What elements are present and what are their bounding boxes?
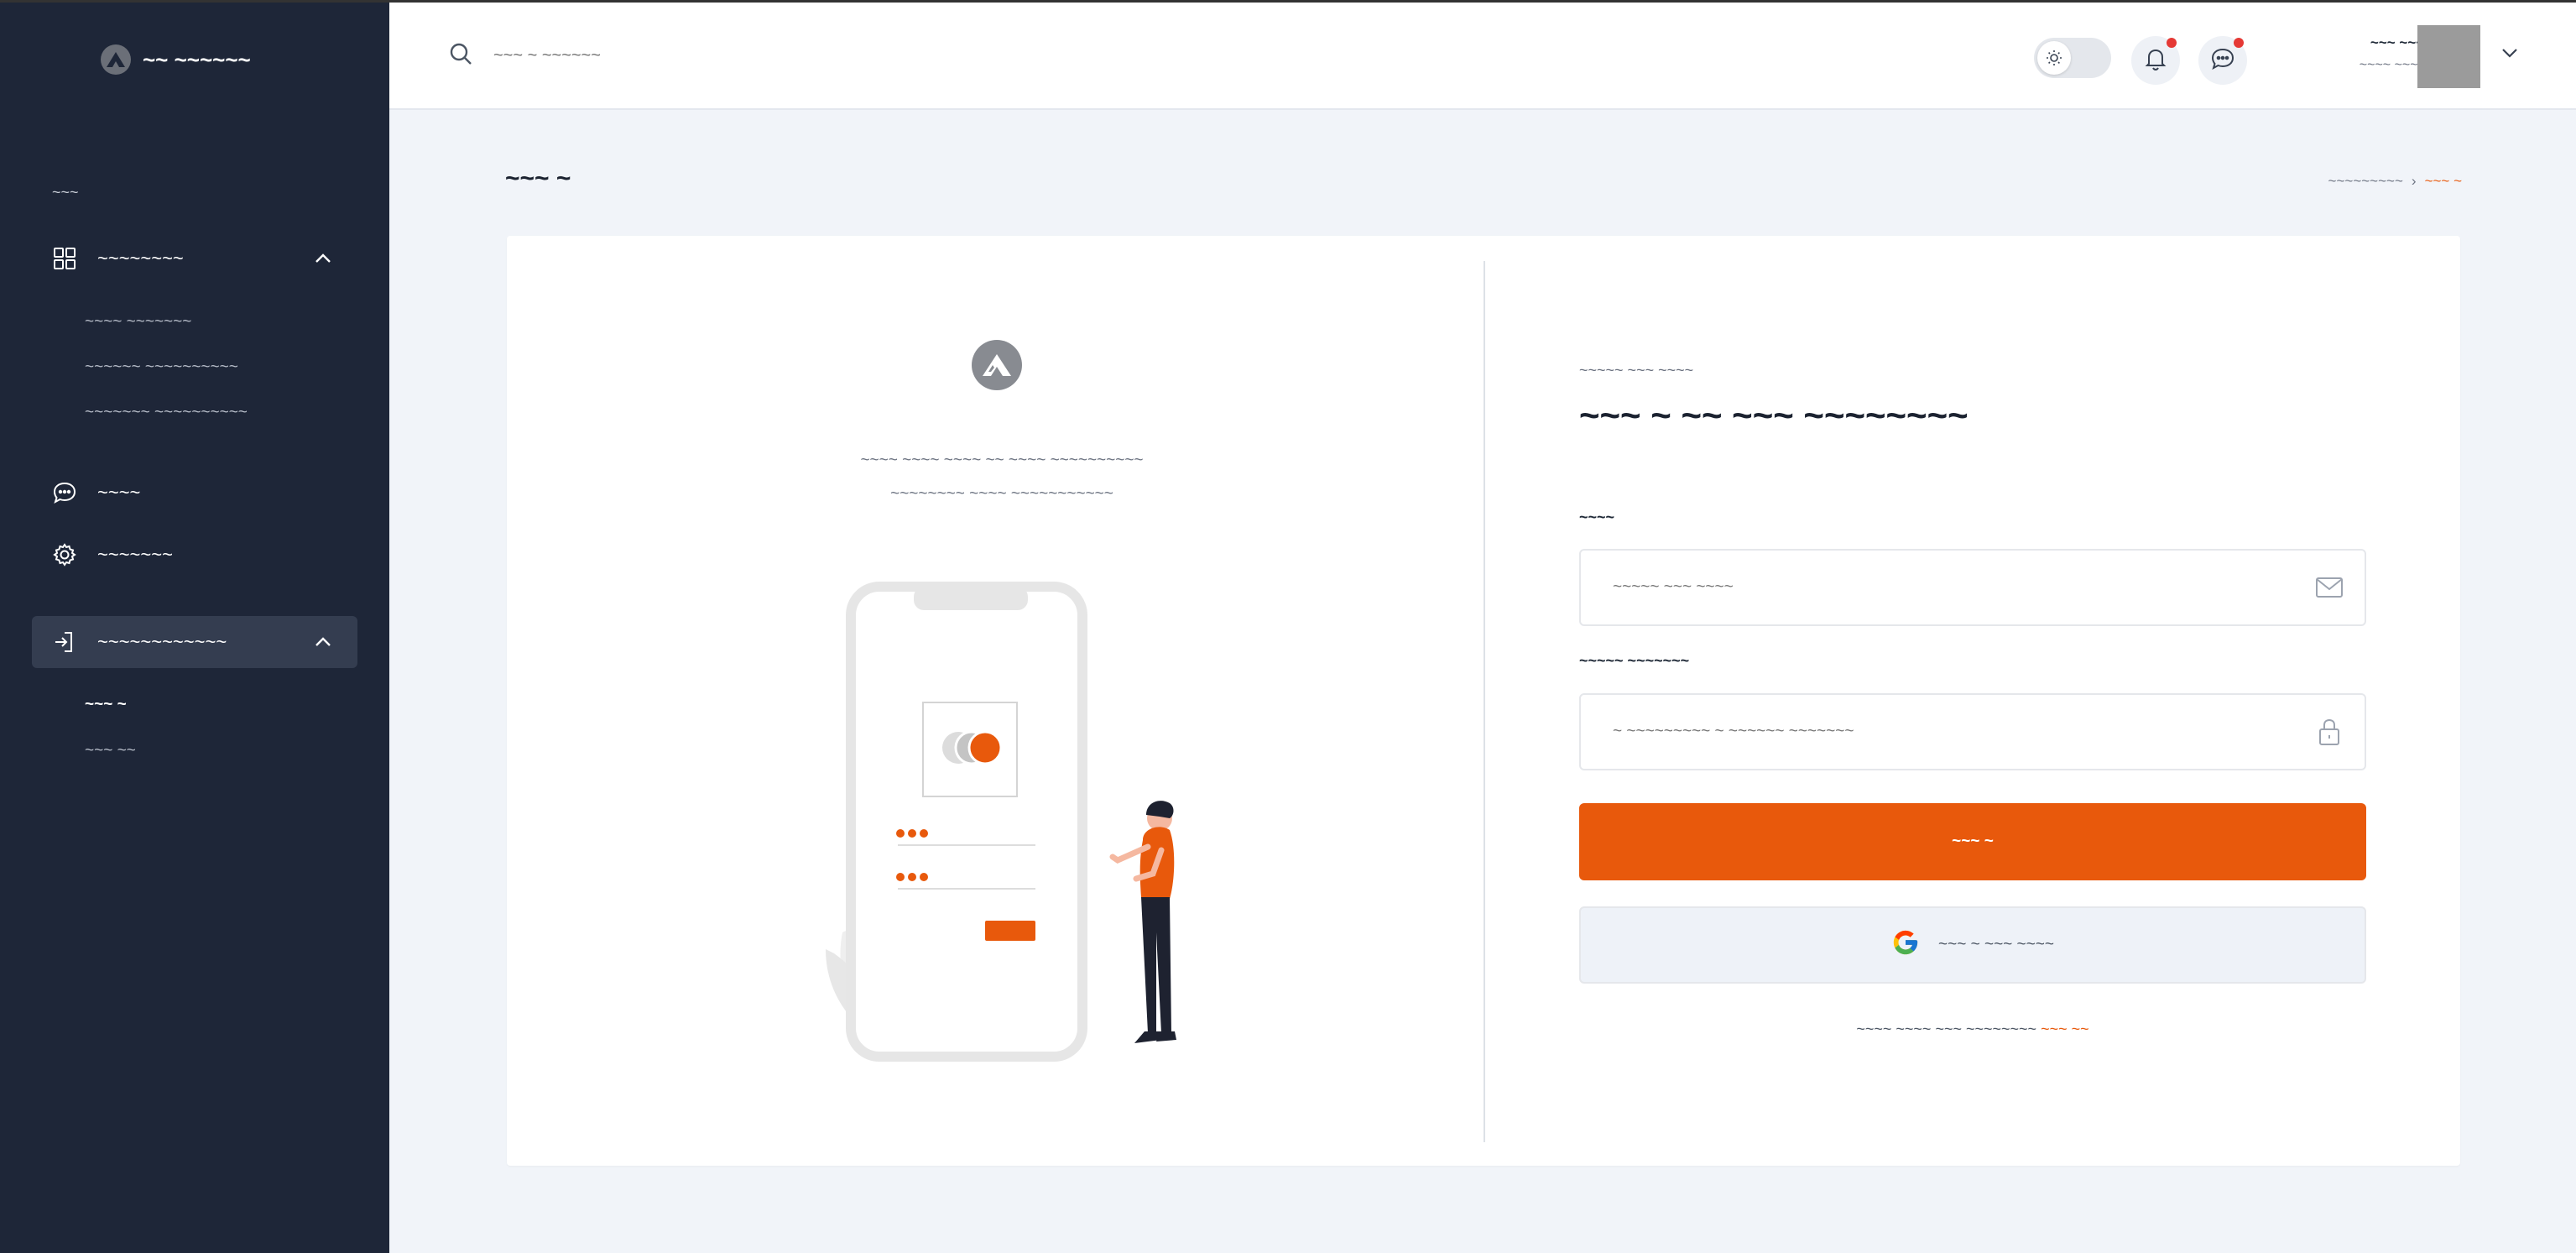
sun-icon [2037,41,2071,75]
sidebar-subitem[interactable]: ~~~~~~ ~~~~~~~~~~ [85,358,238,377]
grid-icon [52,246,77,271]
login-heading: ~~~ ~ ~~ ~~~ ~~~~~~~~ [1579,395,1969,435]
sidebar-item-label: ~~~~~~~~ [97,248,184,269]
chevron-up-icon[interactable] [314,633,332,651]
signup-link[interactable]: ~~~ ~~ [2041,1021,2089,1037]
password-field[interactable] [1579,693,2366,770]
search-icon[interactable] [448,41,473,70]
google-button-label: ~~~ ~ ~~~ ~~~~ [1938,936,2054,953]
avatar[interactable] [2417,25,2480,88]
google-sign-in-button[interactable]: ~~~ ~ ~~~ ~~~~ [1579,906,2366,984]
login-eyebrow: ~~~~~ ~~~ ~~~~ [1579,362,1694,379]
sidebar-item-label: ~~~~~~~ [97,544,173,565]
tagline-line: ~~~~~~~~ ~~~~ ~~~~~~~~~~~ [890,485,1113,503]
notification-dot [2167,38,2177,48]
email-label: ~~~~ [1579,509,1615,525]
tagline-line: ~~~~ ~~~~ ~~~~ ~~ ~~~~ ~~~~~~~~~~ [860,452,1144,469]
app-logo-icon [972,340,1022,390]
search-bar [448,41,829,70]
sidebar-subitem[interactable]: ~~~~~~~ ~~~~~~~~~~ [85,404,248,422]
google-icon [1891,928,1920,962]
sidebar-item-authentication[interactable]: ~~~~~~~~~~~~ [32,616,357,668]
sidebar-item-settings[interactable]: ~~~~~~~ [32,529,357,581]
envelope-icon [2313,571,2346,604]
breadcrumb-separator: › [2411,173,2417,189]
search-input[interactable] [493,46,829,65]
chevron-up-icon[interactable] [314,249,332,268]
signup-text: ~~~~ ~~~~ ~~~ ~~~~~~~~ [1856,1021,2037,1037]
login-icon [52,629,77,655]
sidebar-subitem[interactable]: ~~~~ ~~~~~~~ [85,313,191,332]
messages-button[interactable] [2198,36,2247,85]
brand-name: ~~ ~~~~~~ [143,46,251,72]
sidebar-subitem-current[interactable]: ~~~ ~ [85,696,127,714]
sidebar-item-dashboards[interactable]: ~~~~~~~~ [32,232,357,285]
bell-icon [2145,47,2167,75]
login-card: ~~~~ ~~~~ ~~~~ ~~ ~~~~ ~~~~~~~~~~ ~~~~~~… [507,236,2460,1166]
sidebar-item-label: ~~~~~~~~~~~~ [97,631,227,652]
login-illustration [826,582,1176,1062]
password-label: ~~~~~ ~~~~~~~ [1579,652,1690,669]
page-title: ~~~ ~ [505,164,571,192]
password-input[interactable] [1581,723,2313,741]
gear-icon [52,542,77,567]
brand[interactable]: ~~ ~~~~~~ [101,44,251,75]
message-dot [2234,38,2244,48]
email-input[interactable] [1581,578,2313,597]
breadcrumb-item[interactable]: ~~~~~~~~~ [2328,173,2403,190]
breadcrumb-current: ~~~ ~ [2424,173,2462,189]
sidebar-subitem[interactable]: ~~~ ~~ [85,742,136,760]
notifications-button[interactable] [2131,36,2180,85]
top-header: ~~~ ~ ~~~~~ ~ ~~~ ~~~~~~ ~ [389,3,2576,110]
welcome-tagline: ~~~~ ~~~~ ~~~~ ~~ ~~~~ ~~~~~~~~~~ ~~~~~~… [742,444,1262,511]
sidebar-item-chat[interactable]: ~~~~ [32,467,357,519]
chevron-down-icon[interactable] [2501,47,2518,62]
sign-in-button[interactable]: ~~~ ~ [1579,803,2366,880]
theme-toggle[interactable] [2034,38,2111,78]
chat-bubble-icon [2211,48,2234,74]
brand-logo-icon [101,44,131,75]
lock-icon [2313,715,2346,749]
signup-prompt: ~~~~ ~~~~ ~~~ ~~~~~~~~ ~~~ ~~ [1579,1021,2366,1038]
card-divider [1484,261,1485,1142]
nav-section-heading: ~~~ [52,184,79,201]
breadcrumb: ~~~~~~~~~ › ~~~ ~ [2328,173,2462,190]
sidebar-item-label: ~~~~ [97,482,141,503]
sidebar: ~~ ~~~~~~ ~~~ ~~~~~~~~ ~~~~ ~~~~~~~ ~~~~… [0,3,389,1253]
chat-bubble-icon [52,480,77,505]
email-field[interactable] [1579,549,2366,626]
